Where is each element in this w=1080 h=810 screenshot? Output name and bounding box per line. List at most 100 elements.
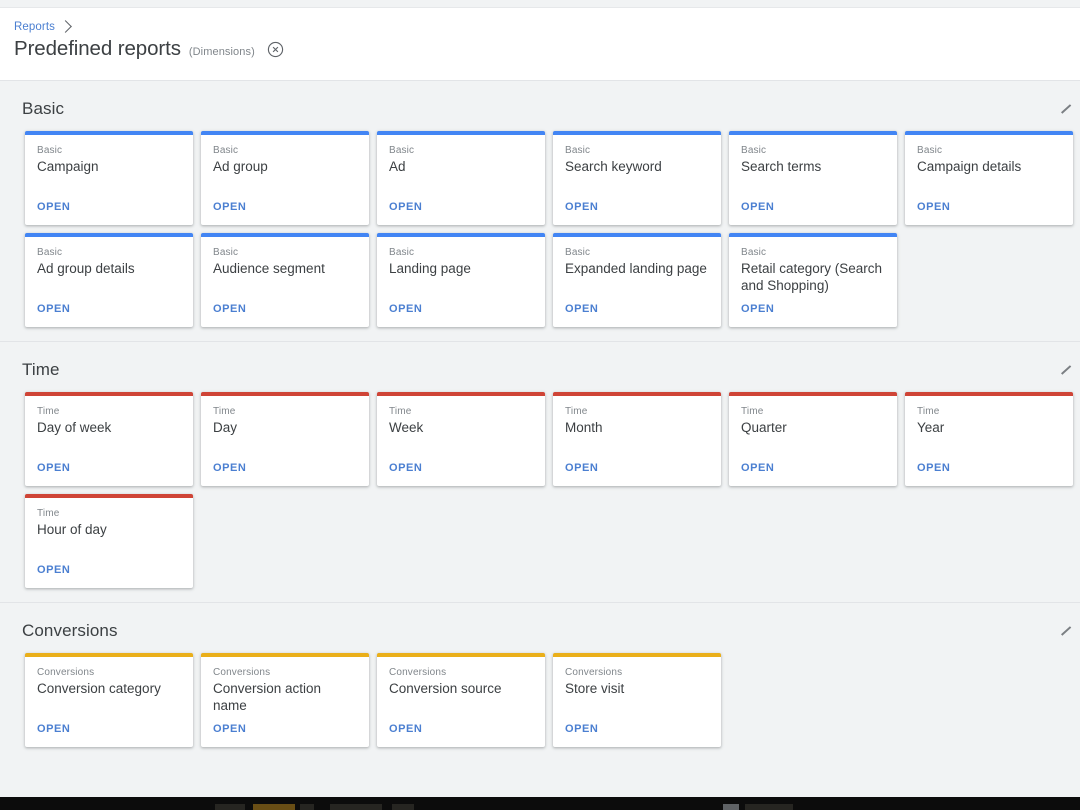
report-card-category: Time [37,406,60,417]
report-card[interactable]: Conversions Conversion source OPEN [377,653,545,747]
report-card-title: Search terms [741,159,822,174]
report-card-category: Basic [37,145,63,156]
report-card-category: Basic [389,247,415,258]
title-row: Predefined reports (Dimensions) [14,37,1080,61]
open-report-link[interactable]: OPEN [37,564,70,576]
report-card-title: Campaign details [917,159,1022,174]
report-card-category: Basic [565,247,591,258]
open-report-link[interactable]: OPEN [37,303,70,315]
report-card[interactable]: Conversions Conversion action name OPEN [201,653,369,747]
report-card-title: Audience segment [213,261,325,276]
card-grid-time: Time Day of week OPEN Time Day OPEN Time Week OP… [0,392,1080,588]
open-report-link[interactable]: OPEN [565,462,598,474]
report-card[interactable]: Time Quarter OPEN [729,392,897,486]
section-basic: Basic Basic Campaign OPEN Basic Ad group OPEN B… [0,80,1080,341]
report-card-category: Time [389,406,412,417]
report-card[interactable]: Time Month OPEN [553,392,721,486]
report-card-title: Day [213,420,238,435]
collapse-chevron-icon[interactable] [1058,619,1080,645]
open-report-link[interactable]: OPEN [213,462,246,474]
report-card-category: Basic [565,145,591,156]
report-card-category: Time [213,406,236,417]
report-card-title: Ad [389,159,406,174]
report-card[interactable]: Time Year OPEN [905,392,1073,486]
breadcrumb-link-reports[interactable]: Reports [14,21,55,33]
open-report-link[interactable]: OPEN [565,723,598,735]
open-report-link[interactable]: OPEN [565,303,598,315]
report-card[interactable]: Basic Expanded landing page OPEN [553,233,721,327]
open-report-link[interactable]: OPEN [917,462,950,474]
open-report-link[interactable]: OPEN [37,462,70,474]
chevron-right-icon [59,20,72,33]
open-report-link[interactable]: OPEN [389,462,422,474]
report-card[interactable]: Basic Retail category (Search and Shoppin… [729,233,897,327]
report-card[interactable]: Basic Audience segment OPEN [201,233,369,327]
report-card[interactable]: Basic Search terms OPEN [729,131,897,225]
report-card-category: Basic [917,145,943,156]
page-title-subtitle: (Dimensions) [188,46,255,58]
open-report-link[interactable]: OPEN [741,462,774,474]
report-card-title: Store visit [565,681,625,696]
open-report-link[interactable]: OPEN [389,201,422,213]
open-report-link[interactable]: OPEN [741,201,774,213]
report-card[interactable]: Conversions Conversion category OPEN [25,653,193,747]
close-circle-icon[interactable] [267,41,284,58]
open-report-link[interactable]: OPEN [37,201,70,213]
open-report-link[interactable]: OPEN [37,723,70,735]
report-card[interactable]: Time Day of week OPEN [25,392,193,486]
report-card-category: Basic [389,145,415,156]
report-card[interactable]: Basic Search keyword OPEN [553,131,721,225]
report-card[interactable]: Basic Ad group OPEN [201,131,369,225]
report-card[interactable]: Time Hour of day OPEN [25,494,193,588]
section-header-basic: Basic [0,81,1080,131]
report-card-title: Conversion action name [213,681,322,713]
report-card-title: Conversion category [37,681,161,696]
report-card[interactable]: Time Day OPEN [201,392,369,486]
report-card-category: Basic [741,247,767,258]
report-card[interactable]: Basic Campaign OPEN [25,131,193,225]
report-card-category: Conversions [389,667,447,678]
card-grid-conversions: Conversions Conversion category OPEN Conver… [0,653,1080,747]
open-report-link[interactable]: OPEN [213,303,246,315]
section-time: Time Time Day of week OPEN Time Day OPEN Time We… [0,341,1080,602]
section-title-time: Time [22,360,60,379]
report-card[interactable]: Basic Campaign details OPEN [905,131,1073,225]
card-grid-basic: Basic Campaign OPEN Basic Ad group OPEN Basic A… [0,131,1080,327]
desktop-taskbar-edge [0,797,1080,810]
open-report-link[interactable]: OPEN [389,723,422,735]
report-card-title: Month [565,420,603,435]
report-card-title: Week [389,420,424,435]
report-card-title: Year [917,420,945,435]
report-card-category: Conversions [565,667,623,678]
section-header-time: Time [0,342,1080,392]
open-report-link[interactable]: OPEN [213,201,246,213]
report-card-title: Campaign [37,159,99,174]
open-report-link[interactable]: OPEN [213,723,246,735]
report-card-title: Day of week [37,420,112,435]
report-card-category: Time [917,406,940,417]
page-header: Reports Predefined reports (Dimensions) [0,8,1080,80]
page-title: Predefined reports [14,37,181,60]
report-card-category: Basic [741,145,767,156]
collapse-chevron-icon[interactable] [1058,97,1080,123]
report-card-title: Search keyword [565,159,662,174]
open-report-link[interactable]: OPEN [389,303,422,315]
report-card-title: Landing page [389,261,471,276]
report-card[interactable]: Basic Landing page OPEN [377,233,545,327]
report-card[interactable]: Conversions Store visit OPEN [553,653,721,747]
report-card[interactable]: Time Week OPEN [377,392,545,486]
collapse-chevron-icon[interactable] [1058,358,1080,384]
report-card-title: Ad group [213,159,268,174]
open-report-link[interactable]: OPEN [741,303,774,315]
report-card[interactable]: Basic Ad group details OPEN [25,233,193,327]
report-card-category: Basic [213,247,239,258]
report-card-title: Expanded landing page [565,261,707,276]
open-report-link[interactable]: OPEN [565,201,598,213]
report-card-title: Quarter [741,420,787,435]
section-title-conversions: Conversions [22,621,118,640]
open-report-link[interactable]: OPEN [917,201,950,213]
report-card[interactable]: Basic Ad OPEN [377,131,545,225]
report-card-category: Conversions [213,667,271,678]
report-card-title: Conversion source [389,681,502,696]
breadcrumb: Reports [14,18,1080,36]
